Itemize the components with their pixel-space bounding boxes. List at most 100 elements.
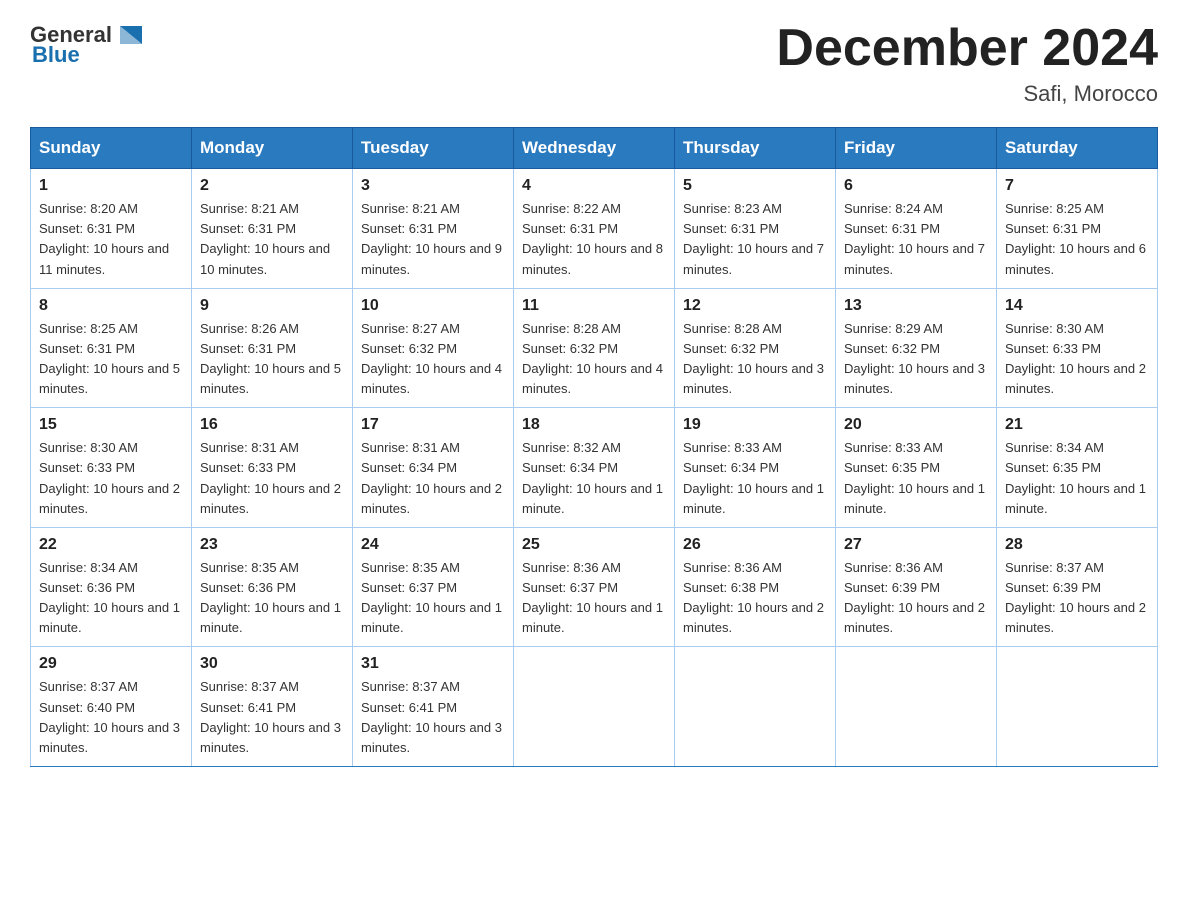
calendar-week-row: 8 Sunrise: 8:25 AMSunset: 6:31 PMDayligh…	[31, 288, 1158, 408]
day-info: Sunrise: 8:36 AMSunset: 6:37 PMDaylight:…	[522, 560, 663, 635]
day-info: Sunrise: 8:23 AMSunset: 6:31 PMDaylight:…	[683, 201, 824, 276]
calendar-day-cell: 22 Sunrise: 8:34 AMSunset: 6:36 PMDaylig…	[31, 527, 192, 647]
calendar-day-cell: 12 Sunrise: 8:28 AMSunset: 6:32 PMDaylig…	[675, 288, 836, 408]
header-wednesday: Wednesday	[514, 128, 675, 169]
calendar-day-cell: 30 Sunrise: 8:37 AMSunset: 6:41 PMDaylig…	[192, 647, 353, 767]
day-number: 23	[200, 536, 344, 554]
day-info: Sunrise: 8:30 AMSunset: 6:33 PMDaylight:…	[39, 440, 180, 515]
day-info: Sunrise: 8:28 AMSunset: 6:32 PMDaylight:…	[522, 321, 663, 396]
calendar-day-cell: 28 Sunrise: 8:37 AMSunset: 6:39 PMDaylig…	[997, 527, 1158, 647]
day-number: 10	[361, 297, 505, 315]
calendar-day-cell	[675, 647, 836, 767]
day-info: Sunrise: 8:29 AMSunset: 6:32 PMDaylight:…	[844, 321, 985, 396]
day-number: 3	[361, 177, 505, 195]
day-number: 24	[361, 536, 505, 554]
day-number: 28	[1005, 536, 1149, 554]
calendar-day-cell: 27 Sunrise: 8:36 AMSunset: 6:39 PMDaylig…	[836, 527, 997, 647]
day-number: 1	[39, 177, 183, 195]
calendar-day-cell: 20 Sunrise: 8:33 AMSunset: 6:35 PMDaylig…	[836, 408, 997, 528]
day-info: Sunrise: 8:32 AMSunset: 6:34 PMDaylight:…	[522, 440, 663, 515]
day-number: 8	[39, 297, 183, 315]
day-number: 20	[844, 416, 988, 434]
calendar-day-cell: 2 Sunrise: 8:21 AMSunset: 6:31 PMDayligh…	[192, 169, 353, 289]
day-number: 17	[361, 416, 505, 434]
day-info: Sunrise: 8:33 AMSunset: 6:34 PMDaylight:…	[683, 440, 824, 515]
calendar-day-cell: 13 Sunrise: 8:29 AMSunset: 6:32 PMDaylig…	[836, 288, 997, 408]
calendar-day-cell: 3 Sunrise: 8:21 AMSunset: 6:31 PMDayligh…	[353, 169, 514, 289]
day-number: 21	[1005, 416, 1149, 434]
day-info: Sunrise: 8:34 AMSunset: 6:35 PMDaylight:…	[1005, 440, 1146, 515]
calendar-subtitle: Safi, Morocco	[776, 81, 1158, 107]
day-number: 9	[200, 297, 344, 315]
day-info: Sunrise: 8:37 AMSunset: 6:41 PMDaylight:…	[200, 679, 341, 754]
day-info: Sunrise: 8:25 AMSunset: 6:31 PMDaylight:…	[1005, 201, 1146, 276]
logo-blue-text: Blue	[32, 42, 80, 68]
calendar-day-cell: 16 Sunrise: 8:31 AMSunset: 6:33 PMDaylig…	[192, 408, 353, 528]
day-info: Sunrise: 8:26 AMSunset: 6:31 PMDaylight:…	[200, 321, 341, 396]
calendar-title: December 2024	[776, 20, 1158, 77]
calendar-week-row: 22 Sunrise: 8:34 AMSunset: 6:36 PMDaylig…	[31, 527, 1158, 647]
calendar-day-cell	[514, 647, 675, 767]
day-number: 31	[361, 655, 505, 673]
day-number: 6	[844, 177, 988, 195]
calendar-day-cell: 18 Sunrise: 8:32 AMSunset: 6:34 PMDaylig…	[514, 408, 675, 528]
calendar-day-cell: 7 Sunrise: 8:25 AMSunset: 6:31 PMDayligh…	[997, 169, 1158, 289]
calendar-week-row: 29 Sunrise: 8:37 AMSunset: 6:40 PMDaylig…	[31, 647, 1158, 767]
calendar-day-cell: 23 Sunrise: 8:35 AMSunset: 6:36 PMDaylig…	[192, 527, 353, 647]
header-saturday: Saturday	[997, 128, 1158, 169]
day-info: Sunrise: 8:31 AMSunset: 6:33 PMDaylight:…	[200, 440, 341, 515]
page-header: General Blue December 2024 Safi, Morocco	[30, 20, 1158, 107]
calendar-day-cell: 21 Sunrise: 8:34 AMSunset: 6:35 PMDaylig…	[997, 408, 1158, 528]
day-info: Sunrise: 8:35 AMSunset: 6:36 PMDaylight:…	[200, 560, 341, 635]
calendar-table: Sunday Monday Tuesday Wednesday Thursday…	[30, 127, 1158, 767]
header-monday: Monday	[192, 128, 353, 169]
day-info: Sunrise: 8:37 AMSunset: 6:40 PMDaylight:…	[39, 679, 180, 754]
calendar-day-cell: 1 Sunrise: 8:20 AMSunset: 6:31 PMDayligh…	[31, 169, 192, 289]
calendar-day-cell: 26 Sunrise: 8:36 AMSunset: 6:38 PMDaylig…	[675, 527, 836, 647]
day-number: 29	[39, 655, 183, 673]
day-info: Sunrise: 8:34 AMSunset: 6:36 PMDaylight:…	[39, 560, 180, 635]
day-number: 22	[39, 536, 183, 554]
day-number: 2	[200, 177, 344, 195]
day-number: 13	[844, 297, 988, 315]
calendar-day-cell: 9 Sunrise: 8:26 AMSunset: 6:31 PMDayligh…	[192, 288, 353, 408]
calendar-day-cell: 15 Sunrise: 8:30 AMSunset: 6:33 PMDaylig…	[31, 408, 192, 528]
calendar-day-cell: 6 Sunrise: 8:24 AMSunset: 6:31 PMDayligh…	[836, 169, 997, 289]
calendar-day-cell: 25 Sunrise: 8:36 AMSunset: 6:37 PMDaylig…	[514, 527, 675, 647]
header-tuesday: Tuesday	[353, 128, 514, 169]
day-info: Sunrise: 8:33 AMSunset: 6:35 PMDaylight:…	[844, 440, 985, 515]
day-info: Sunrise: 8:37 AMSunset: 6:41 PMDaylight:…	[361, 679, 502, 754]
day-info: Sunrise: 8:27 AMSunset: 6:32 PMDaylight:…	[361, 321, 502, 396]
day-number: 18	[522, 416, 666, 434]
day-info: Sunrise: 8:36 AMSunset: 6:39 PMDaylight:…	[844, 560, 985, 635]
day-number: 4	[522, 177, 666, 195]
calendar-day-cell: 8 Sunrise: 8:25 AMSunset: 6:31 PMDayligh…	[31, 288, 192, 408]
day-number: 19	[683, 416, 827, 434]
logo: General Blue	[30, 20, 146, 68]
day-info: Sunrise: 8:20 AMSunset: 6:31 PMDaylight:…	[39, 201, 169, 276]
calendar-day-cell: 14 Sunrise: 8:30 AMSunset: 6:33 PMDaylig…	[997, 288, 1158, 408]
day-info: Sunrise: 8:31 AMSunset: 6:34 PMDaylight:…	[361, 440, 502, 515]
day-number: 7	[1005, 177, 1149, 195]
calendar-day-cell: 11 Sunrise: 8:28 AMSunset: 6:32 PMDaylig…	[514, 288, 675, 408]
logo-triangle-icon	[116, 20, 146, 50]
day-number: 14	[1005, 297, 1149, 315]
calendar-day-cell: 4 Sunrise: 8:22 AMSunset: 6:31 PMDayligh…	[514, 169, 675, 289]
calendar-day-cell: 29 Sunrise: 8:37 AMSunset: 6:40 PMDaylig…	[31, 647, 192, 767]
day-info: Sunrise: 8:37 AMSunset: 6:39 PMDaylight:…	[1005, 560, 1146, 635]
calendar-day-cell: 31 Sunrise: 8:37 AMSunset: 6:41 PMDaylig…	[353, 647, 514, 767]
calendar-day-cell: 17 Sunrise: 8:31 AMSunset: 6:34 PMDaylig…	[353, 408, 514, 528]
day-info: Sunrise: 8:21 AMSunset: 6:31 PMDaylight:…	[200, 201, 330, 276]
calendar-day-cell: 5 Sunrise: 8:23 AMSunset: 6:31 PMDayligh…	[675, 169, 836, 289]
day-info: Sunrise: 8:22 AMSunset: 6:31 PMDaylight:…	[522, 201, 663, 276]
day-info: Sunrise: 8:36 AMSunset: 6:38 PMDaylight:…	[683, 560, 824, 635]
day-number: 30	[200, 655, 344, 673]
day-info: Sunrise: 8:30 AMSunset: 6:33 PMDaylight:…	[1005, 321, 1146, 396]
calendar-day-cell: 19 Sunrise: 8:33 AMSunset: 6:34 PMDaylig…	[675, 408, 836, 528]
header-thursday: Thursday	[675, 128, 836, 169]
calendar-day-cell: 24 Sunrise: 8:35 AMSunset: 6:37 PMDaylig…	[353, 527, 514, 647]
day-number: 15	[39, 416, 183, 434]
calendar-title-block: December 2024 Safi, Morocco	[776, 20, 1158, 107]
day-number: 16	[200, 416, 344, 434]
calendar-header-row: Sunday Monday Tuesday Wednesday Thursday…	[31, 128, 1158, 169]
